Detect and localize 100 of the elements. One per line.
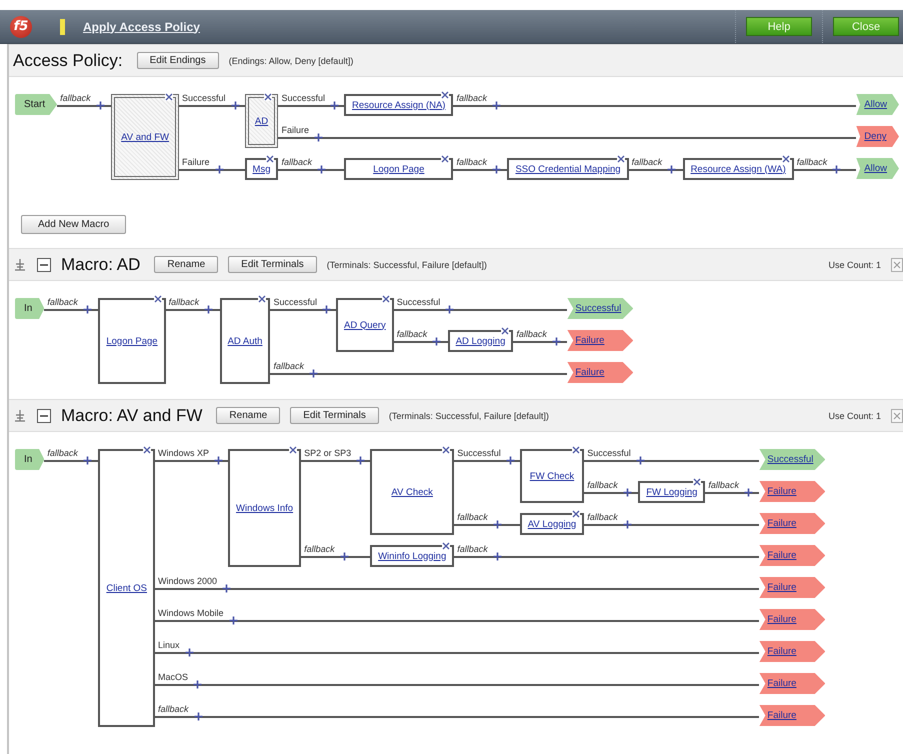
node-link[interactable]: Allow — [864, 99, 887, 110]
ending-node[interactable]: Failure — [759, 641, 826, 662]
node-link[interactable]: Client OS — [106, 582, 147, 594]
add-macro-button[interactable]: Add New Macro — [21, 215, 126, 234]
section-title: Access Policy: — [13, 50, 123, 70]
ending-node[interactable]: Failure — [759, 513, 826, 534]
action-node[interactable]: AV Check — [370, 449, 454, 535]
branch-label: fallback — [47, 448, 78, 460]
action-node[interactable]: FW Logging — [638, 481, 706, 503]
toolbar-button[interactable]: Edit Terminals — [228, 256, 317, 273]
node-link[interactable]: FW Logging — [646, 486, 698, 498]
branch-label: fallback — [273, 361, 304, 373]
branch-label: fallback — [304, 544, 335, 556]
action-node[interactable]: Client OS — [98, 449, 155, 727]
ending-node[interactable]: Allow — [856, 158, 899, 179]
action-node[interactable]: Logon Page — [344, 158, 454, 180]
node-link[interactable]: Resource Assign (WA) — [690, 164, 786, 174]
action-node[interactable]: AD Auth — [220, 298, 270, 384]
node-link[interactable]: Failure — [767, 486, 796, 497]
node-link[interactable]: Failure — [767, 678, 796, 689]
branch-label: fallback — [47, 297, 78, 309]
section-note: (Terminals: Successful, Failure [default]) — [388, 410, 549, 420]
branch-label: fallback — [457, 512, 488, 524]
node-link[interactable]: AV Logging — [528, 518, 576, 530]
macro-node[interactable]: AD — [244, 94, 278, 148]
action-node[interactable]: FW Check — [520, 449, 584, 503]
node-link[interactable]: Resource Assign (NA) — [352, 100, 446, 110]
node-link[interactable]: Failure — [767, 614, 796, 625]
branch-label: fallback — [708, 480, 739, 492]
toolbar-button[interactable]: Edit Terminals — [290, 407, 379, 424]
action-node[interactable]: SSO Credential Mapping — [507, 158, 629, 180]
section-title: Macro: AD — [61, 254, 140, 274]
ending-node[interactable]: Failure — [759, 545, 826, 566]
ending-node[interactable]: Failure — [567, 362, 634, 383]
action-node[interactable]: AD Query — [336, 298, 394, 352]
logo: f5 — [10, 16, 32, 38]
node-link[interactable]: Windows Info — [236, 502, 294, 514]
ending-node[interactable]: Allow — [856, 94, 899, 115]
node-link[interactable]: Successful — [575, 303, 622, 314]
page-title-link[interactable]: Apply Access Policy — [83, 20, 200, 34]
toolbar-button[interactable]: Rename — [154, 256, 218, 273]
action-node[interactable]: Logon Page — [98, 298, 166, 384]
ending-node[interactable]: Failure — [759, 609, 826, 630]
branch-label: MacOS — [158, 672, 188, 684]
node-link[interactable]: AD — [254, 116, 268, 126]
action-node[interactable]: Resource Assign (NA) — [344, 94, 454, 116]
ending-node[interactable]: Failure — [567, 330, 634, 351]
toolbar-button[interactable]: Rename — [216, 407, 280, 424]
node-link[interactable]: Failure — [575, 367, 604, 378]
action-node[interactable]: Resource Assign (WA) — [682, 158, 794, 180]
node-link[interactable]: Wininfo Logging — [378, 550, 446, 562]
node-link[interactable]: Successful — [767, 454, 814, 465]
start-node[interactable]: Start — [15, 94, 58, 115]
ending-node[interactable]: Deny — [856, 126, 899, 147]
node-link[interactable]: Msg — [252, 164, 270, 174]
start-node[interactable]: In — [15, 449, 44, 470]
node-link[interactable]: Logon Page — [373, 164, 424, 174]
toolbar-button[interactable]: Edit Endings — [136, 52, 219, 69]
node-link[interactable]: AV Check — [391, 486, 433, 498]
branch-label: Successful — [273, 297, 317, 309]
node-link[interactable]: Allow — [864, 163, 887, 174]
action-node[interactable]: Windows Info — [228, 449, 302, 567]
node-link[interactable]: Deny — [864, 131, 886, 142]
action-node[interactable]: Msg — [244, 158, 278, 180]
node-link[interactable]: AD Logging — [456, 336, 506, 346]
node-link[interactable]: Failure — [767, 582, 796, 593]
branch-label: Windows XP — [158, 448, 210, 460]
start-node[interactable]: In — [15, 298, 44, 319]
node-link[interactable]: SSO Credential Mapping — [515, 164, 621, 174]
section-note: (Endings: Allow, Deny [default]) — [228, 56, 354, 66]
node-link[interactable]: AD Auth — [228, 336, 262, 346]
ending-node[interactable]: Failure — [759, 481, 826, 502]
branch-label: fallback — [456, 157, 487, 169]
node-link[interactable]: AV and FW — [121, 132, 169, 142]
node-link[interactable]: Failure — [767, 550, 796, 561]
ending-node[interactable]: Failure — [759, 705, 826, 726]
branch-label: fallback — [587, 480, 618, 492]
section-note: (Terminals: Successful, Failure [default]) — [326, 260, 487, 270]
node-link[interactable]: Failure — [767, 710, 796, 721]
branch-label: fallback — [516, 329, 547, 341]
ending-node[interactable]: Successful — [759, 449, 826, 470]
action-node[interactable]: Wininfo Logging — [370, 545, 454, 567]
branch-label: fallback — [457, 544, 488, 556]
node-link[interactable]: FW Check — [530, 470, 574, 482]
action-node[interactable]: AD Logging — [448, 330, 514, 352]
branch-label: Windows 2000 — [158, 576, 218, 588]
node-link[interactable]: AD Query — [344, 320, 386, 330]
node-link[interactable]: Logon Page — [106, 336, 158, 346]
macro-node[interactable]: AV and FW — [111, 94, 179, 180]
branch-label: fallback — [396, 329, 428, 341]
ending-node[interactable]: Failure — [759, 673, 826, 694]
branch-label: fallback — [796, 157, 828, 169]
ending-node[interactable]: Successful — [567, 298, 634, 319]
ending-node[interactable]: Failure — [759, 577, 826, 598]
branch-label: fallback — [158, 704, 189, 716]
node-link[interactable]: Failure — [767, 646, 796, 657]
node-link[interactable]: Failure — [767, 518, 796, 529]
node-link[interactable]: Failure — [575, 335, 604, 346]
section-title: Macro: AV and FW — [61, 406, 202, 426]
action-node[interactable]: AV Logging — [520, 513, 584, 535]
